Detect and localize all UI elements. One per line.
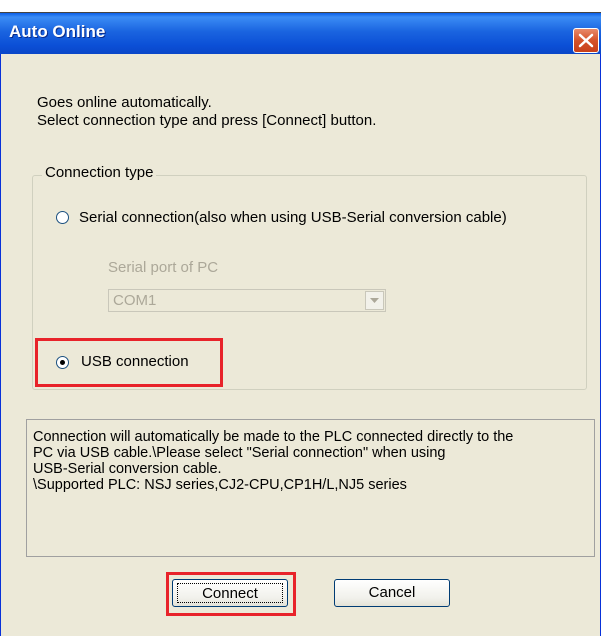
info-line: USB-Serial conversion cable. — [33, 461, 222, 477]
description-text: Goes online automatically. Select connec… — [37, 94, 376, 130]
info-line: PC via USB cable.\Please select "Serial … — [33, 445, 446, 461]
serial-connection-radio[interactable] — [56, 211, 69, 224]
description-line-1: Goes online automatically. — [37, 94, 212, 111]
title-bar[interactable]: Auto Online — [0, 13, 601, 54]
serial-port-select[interactable]: COM1 — [108, 289, 386, 312]
serial-port-value: COM1 — [113, 292, 157, 309]
radio-selected-dot — [60, 360, 65, 365]
info-line: \Supported PLC: NSJ series,CJ2-CPU,CP1H/… — [33, 477, 407, 493]
usb-connection-radio[interactable] — [56, 356, 69, 369]
dropdown-button[interactable] — [365, 291, 384, 310]
serial-connection-label[interactable]: Serial connection(also when using USB-Se… — [79, 209, 507, 226]
connect-button-label: Connect — [177, 583, 283, 603]
close-button[interactable] — [573, 28, 599, 53]
chevron-down-icon — [370, 298, 379, 303]
description-line-2: Select connection type and press [Connec… — [37, 112, 377, 129]
connection-type-legend: Connection type — [42, 164, 157, 181]
serial-port-label: Serial port of PC — [108, 259, 219, 276]
screen-top-edge — [0, 0, 601, 13]
dialog-title: Auto Online — [9, 22, 106, 41]
connect-button[interactable]: Connect — [172, 579, 288, 607]
usb-connection-label[interactable]: USB connection — [81, 353, 189, 370]
info-text-box: Connection will automatically be made to… — [26, 419, 595, 557]
info-line: Connection will automatically be made to… — [33, 429, 514, 445]
close-icon — [578, 33, 594, 48]
cancel-button[interactable]: Cancel — [334, 579, 450, 607]
